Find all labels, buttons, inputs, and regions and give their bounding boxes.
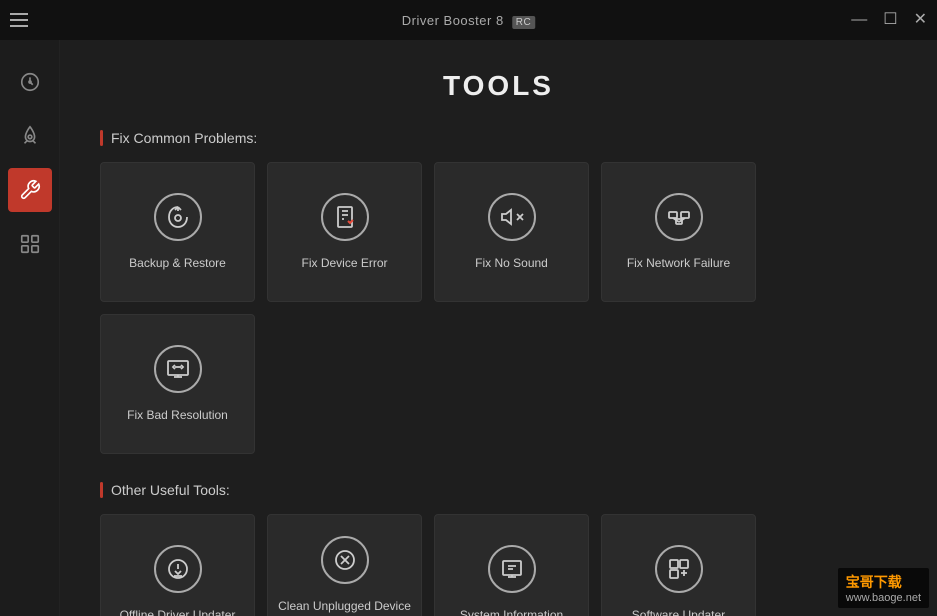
- offline-driver-updater-label: Offline Driver Updater: [120, 607, 236, 616]
- section-other-tools-header: Other Useful Tools:: [100, 482, 897, 498]
- fix-network-failure-icon: [655, 193, 703, 241]
- fix-device-error-label: Fix Device Error: [301, 255, 387, 272]
- sidebar: [0, 40, 60, 616]
- window-controls: — ☐ ✕: [851, 12, 927, 28]
- sidebar-item-tools[interactable]: [8, 168, 52, 212]
- title-bar: Driver Booster 8 RC — ☐ ✕: [0, 0, 937, 40]
- watermark-line2: www.baoge.net: [846, 592, 921, 604]
- sidebar-item-dashboard[interactable]: [8, 60, 52, 104]
- fix-device-error-icon: [321, 193, 369, 241]
- tool-clean-unplugged[interactable]: Clean Unplugged Device Data: [267, 514, 422, 616]
- sidebar-item-apps[interactable]: [8, 222, 52, 266]
- fix-bad-resolution-icon: [154, 345, 202, 393]
- page-title: TOOLS: [100, 70, 897, 102]
- close-button[interactable]: ✕: [914, 12, 927, 28]
- tool-fix-network-failure[interactable]: Fix Network Failure: [601, 162, 756, 302]
- system-information-label: System Information: [460, 607, 563, 616]
- backup-restore-icon: [154, 193, 202, 241]
- tool-fix-bad-resolution[interactable]: Fix Bad Resolution: [100, 314, 255, 454]
- fix-network-failure-label: Fix Network Failure: [627, 255, 730, 272]
- version-badge: RC: [512, 16, 535, 29]
- sidebar-item-boost[interactable]: [8, 114, 52, 158]
- maximize-button[interactable]: ☐: [883, 12, 897, 28]
- app-title: Driver Booster 8 RC: [402, 13, 536, 28]
- fix-no-sound-icon: [488, 193, 536, 241]
- backup-restore-label: Backup & Restore: [129, 255, 226, 272]
- tool-system-information[interactable]: System Information: [434, 514, 589, 616]
- clean-unplugged-label: Clean Unplugged Device Data: [278, 598, 411, 616]
- section-other-tools-label: Other Useful Tools:: [111, 482, 230, 498]
- watermark-line1: 宝哥下载: [846, 572, 921, 592]
- minimize-button[interactable]: —: [851, 12, 867, 28]
- tool-backup-restore[interactable]: Backup & Restore: [100, 162, 255, 302]
- software-updater-label: Software Updater: [632, 607, 725, 616]
- main-layout: TOOLS Fix Common Problems: Backup & Rest…: [0, 40, 937, 616]
- tool-fix-device-error[interactable]: Fix Device Error: [267, 162, 422, 302]
- clean-unplugged-icon: [321, 536, 369, 584]
- tool-fix-no-sound[interactable]: Fix No Sound: [434, 162, 589, 302]
- software-updater-icon: [655, 545, 703, 593]
- section-fix-common-label: Fix Common Problems:: [111, 130, 257, 146]
- section-fix-common-header: Fix Common Problems:: [100, 130, 897, 146]
- other-tools-grid: Offline Driver Updater Clean Unplugged D…: [100, 514, 897, 616]
- title-bar-left: [10, 13, 28, 27]
- watermark: 宝哥下载 www.baoge.net: [838, 568, 929, 608]
- tool-software-updater[interactable]: Software Updater: [601, 514, 756, 616]
- system-information-icon: [488, 545, 536, 593]
- menu-button[interactable]: [10, 13, 28, 27]
- section-bar-2: [100, 482, 103, 498]
- section-bar: [100, 130, 103, 146]
- tool-offline-driver-updater[interactable]: Offline Driver Updater: [100, 514, 255, 616]
- fix-no-sound-label: Fix No Sound: [475, 255, 548, 272]
- fix-bad-resolution-label: Fix Bad Resolution: [127, 407, 228, 424]
- content-area: TOOLS Fix Common Problems: Backup & Rest…: [60, 40, 937, 616]
- offline-driver-updater-icon: [154, 545, 202, 593]
- fix-common-grid: Backup & Restore Fix Device Error: [100, 162, 897, 454]
